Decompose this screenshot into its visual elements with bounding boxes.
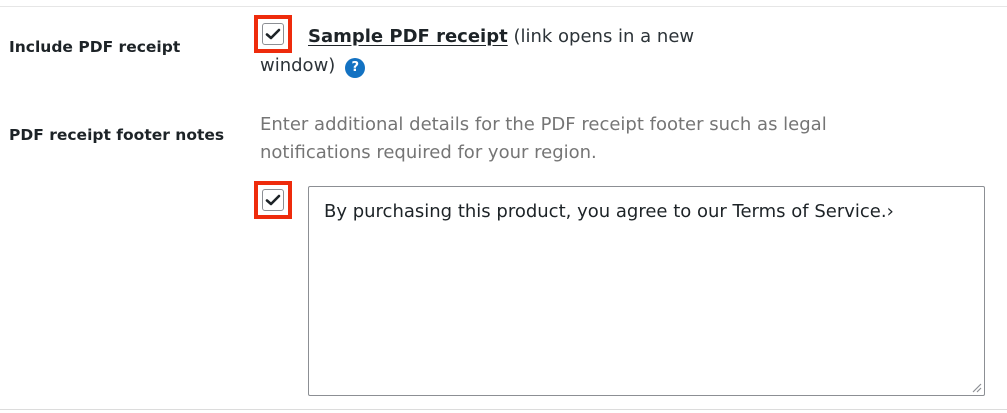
resize-grip-icon[interactable] — [970, 381, 982, 393]
footer-notes-textarea[interactable]: By purchasing this product, you agree to… — [308, 186, 985, 396]
sample-pdf-receipt-link[interactable]: Sample PDF receipt — [308, 26, 508, 47]
footer-notes-highlight — [254, 181, 292, 219]
footer-notes-textarea-value: By purchasing this product, you agree to… — [324, 201, 894, 222]
pdf-receipt-description: Sample PDF receipt (link opens in a new … — [260, 22, 740, 80]
footer-notes-label: PDF receipt footer notes — [9, 126, 225, 144]
top-divider — [0, 6, 1007, 7]
check-icon — [265, 194, 281, 206]
bottom-divider — [0, 409, 1007, 410]
include-pdf-receipt-label: Include PDF receipt — [9, 38, 181, 56]
footer-notes-description: Enter additional details for the PDF rec… — [260, 114, 827, 163]
footer-notes-checkbox[interactable] — [262, 189, 284, 211]
question-circle-icon[interactable]: ? — [345, 57, 366, 78]
